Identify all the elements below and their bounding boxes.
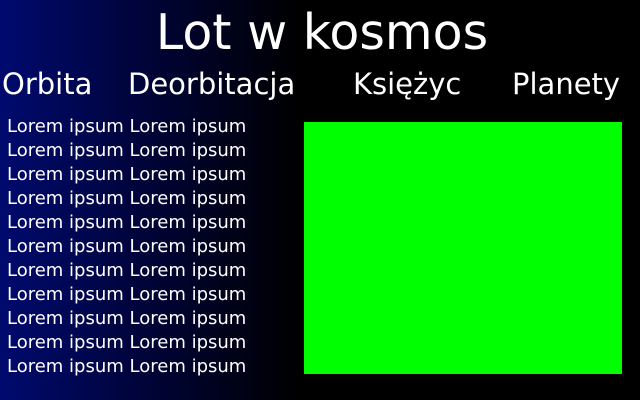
- text-line: Lorem ipsum Lorem ipsum: [7, 356, 247, 377]
- green-panel: [304, 122, 622, 374]
- text-line: Lorem ipsum Lorem ipsum: [7, 188, 247, 209]
- nav-item-deorbitacja[interactable]: Deorbitacja: [128, 66, 295, 102]
- text-line: Lorem ipsum Lorem ipsum: [7, 164, 247, 185]
- text-line: Lorem ipsum Lorem ipsum: [7, 308, 247, 329]
- text-line: Lorem ipsum Lorem ipsum: [7, 284, 247, 305]
- text-content: Lorem ipsum Lorem ipsum Lorem ipsum Lore…: [7, 115, 297, 379]
- nav-item-ksiezyc[interactable]: Księżyc: [353, 66, 461, 102]
- page-title: Lot w kosmos: [155, 4, 489, 61]
- text-line: Lorem ipsum Lorem ipsum: [7, 140, 247, 161]
- nav-bar: Orbita Deorbitacja Księżyc Planety: [0, 66, 640, 102]
- text-line: Lorem ipsum Lorem ipsum: [7, 332, 247, 353]
- nav-item-orbita[interactable]: Orbita: [2, 66, 92, 102]
- text-line: Lorem ipsum Lorem ipsum: [7, 260, 247, 281]
- nav-item-planety[interactable]: Planety: [512, 66, 620, 102]
- text-line: Lorem ipsum Lorem ipsum: [7, 116, 247, 137]
- text-line: Lorem ipsum Lorem ipsum: [7, 212, 247, 233]
- text-line: Lorem ipsum Lorem ipsum: [7, 236, 247, 257]
